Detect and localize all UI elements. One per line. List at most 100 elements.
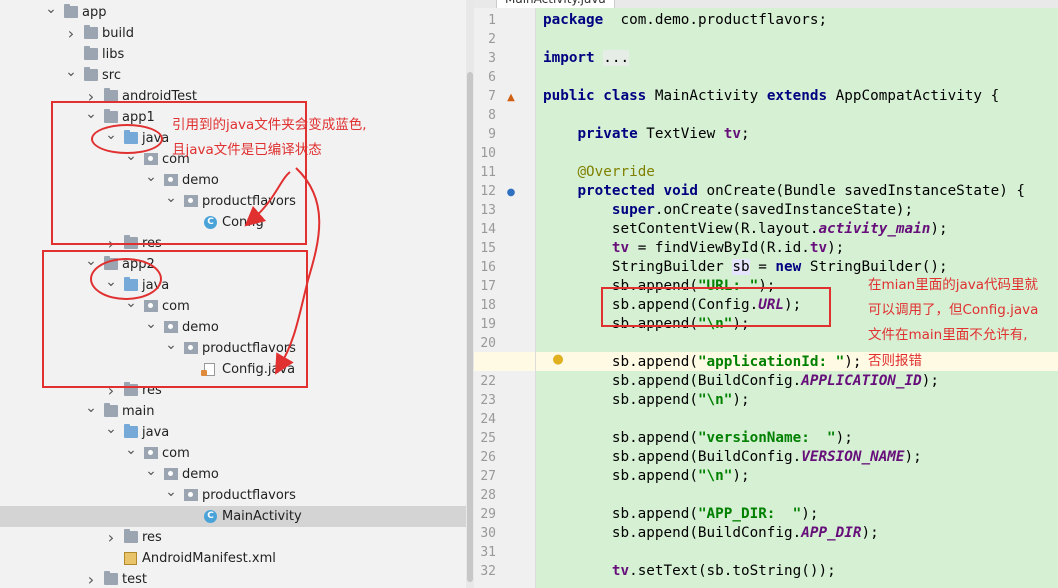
tree-item-productflavors[interactable]: ⌄ productflavors	[0, 485, 466, 506]
code-line[interactable]: sb.append(Config.URL);	[543, 296, 801, 315]
line-number: 17	[480, 279, 496, 294]
code-line[interactable]: sb.append(BuildConfig.APPLICATION_ID);	[543, 372, 939, 391]
code-line[interactable]: tv.setText(sb.toString());	[543, 562, 836, 581]
tree-item-com[interactable]: ⌄ com	[0, 149, 466, 170]
line-number: 29	[480, 507, 496, 522]
chevron-down-icon[interactable]: ⌄	[125, 149, 137, 170]
tree-item-res[interactable]: › res	[0, 233, 466, 254]
tree-item-res[interactable]: › res	[0, 380, 466, 401]
chevron-right-icon[interactable]: ›	[105, 527, 117, 548]
project-tree: ⌄ app › build libs ⌄ src › androidTest ⌄ app1 ⌄ java…	[0, 0, 466, 588]
line-number: 31	[480, 545, 496, 560]
line-number: 6	[488, 70, 496, 85]
tree-item-com[interactable]: ⌄ com	[0, 296, 466, 317]
tree-item-productflavors[interactable]: ⌄ productflavors	[0, 191, 466, 212]
code-line[interactable]: sb.append("\n");	[543, 315, 750, 334]
tree-item-libs[interactable]: libs	[0, 44, 466, 65]
chevron-down-icon[interactable]: ⌄	[165, 338, 177, 359]
folder-gray-icon	[104, 403, 118, 417]
chevron-right-icon[interactable]: ›	[105, 380, 117, 401]
code-line[interactable]: setContentView(R.layout.activity_main);	[543, 220, 948, 239]
tree-item-res[interactable]: › res	[0, 527, 466, 548]
package-icon	[184, 195, 198, 207]
tree-item-app[interactable]: ⌄ app	[0, 2, 466, 23]
chevron-right-icon[interactable]: ›	[85, 86, 97, 107]
line-number: 2	[488, 32, 496, 47]
code-line[interactable]: sb.append("APP_DIR: ");	[543, 505, 819, 524]
code-line[interactable]: import ...	[543, 49, 630, 68]
tree-item-app2[interactable]: ⌄ app2	[0, 254, 466, 275]
tree-item-label: res	[142, 236, 162, 251]
tree-item-mainactivity[interactable]: C MainActivity	[0, 506, 466, 527]
chevron-down-icon[interactable]: ⌄	[105, 275, 117, 296]
chevron-down-icon[interactable]: ⌄	[145, 464, 157, 485]
tree-item-config-java[interactable]: Config.java	[0, 359, 466, 380]
code-line[interactable]: sb.append("\n");	[543, 467, 750, 486]
line-number: 15	[480, 241, 496, 256]
code-line[interactable]: sb.append(BuildConfig.VERSION_NAME);	[543, 448, 922, 467]
chevron-down-icon[interactable]: ⌄	[125, 443, 137, 464]
tree-item-productflavors[interactable]: ⌄ productflavors	[0, 338, 466, 359]
tree-item-demo[interactable]: ⌄ demo	[0, 464, 466, 485]
line-number: 26	[480, 450, 496, 465]
chevron-down-icon[interactable]: ⌄	[45, 2, 57, 23]
chevron-down-icon[interactable]: ⌄	[125, 296, 137, 317]
tree-item-java[interactable]: ⌄ java	[0, 275, 466, 296]
line-number: 30	[480, 526, 496, 541]
chevron-down-icon[interactable]: ⌄	[85, 401, 97, 422]
chevron-down-icon[interactable]: ⌄	[105, 128, 117, 149]
chevron-down-icon[interactable]: ⌄	[165, 191, 177, 212]
code-line[interactable]: sb.append("applicationId: ");	[543, 353, 862, 372]
chevron-right-icon[interactable]: ›	[85, 569, 97, 588]
tree-item-com[interactable]: ⌄ com	[0, 443, 466, 464]
tree-item-demo[interactable]: ⌄ demo	[0, 317, 466, 338]
code-line[interactable]: sb.append(BuildConfig.APP_DIR);	[543, 524, 879, 543]
tree-scrollbar-thumb[interactable]	[467, 72, 473, 582]
lightbulb-icon[interactable]: ●	[552, 353, 564, 366]
chevron-down-icon[interactable]: ⌄	[65, 65, 77, 86]
tree-item-config[interactable]: C Config	[0, 212, 466, 233]
chevron-right-icon[interactable]: ›	[105, 233, 117, 254]
tree-item-label: test	[122, 572, 147, 587]
code-line[interactable]: tv = findViewById(R.id.tv);	[543, 239, 844, 258]
code-line[interactable]: public class MainActivity extends AppCom…	[543, 87, 999, 106]
tree-item-java[interactable]: ⌄ java	[0, 128, 466, 149]
tree-item-demo[interactable]: ⌄ demo	[0, 170, 466, 191]
package-icon	[164, 174, 178, 186]
implemented-icon[interactable]: ▲	[505, 92, 517, 104]
tree-item-build[interactable]: › build	[0, 23, 466, 44]
code-line[interactable]: protected void onCreate(Bundle savedInst…	[543, 182, 1025, 201]
chevron-down-icon[interactable]: ⌄	[85, 254, 97, 275]
code-line[interactable]: sb.append("\n");	[543, 391, 750, 410]
tree-item-label: res	[142, 383, 162, 398]
chevron-down-icon[interactable]: ⌄	[105, 422, 117, 443]
tree-item-main[interactable]: ⌄ main	[0, 401, 466, 422]
tree-item-label: demo	[182, 467, 219, 482]
override-icon[interactable]: ●	[505, 187, 517, 199]
code-line[interactable]: sb.append("versionName: ");	[543, 429, 853, 448]
line-number: 16	[480, 260, 496, 275]
code-line[interactable]: private TextView tv;	[543, 125, 749, 144]
line-number: 7	[488, 89, 496, 104]
tree-item-label: demo	[182, 320, 219, 335]
class-icon: C	[204, 216, 217, 229]
code-line[interactable]: @Override	[543, 163, 654, 182]
code-line[interactable]: sb.append("URL: ");	[543, 277, 776, 296]
line-number: 27	[480, 469, 496, 484]
folder-gray-icon	[124, 529, 138, 543]
chevron-down-icon[interactable]: ⌄	[85, 107, 97, 128]
tree-item-app1[interactable]: ⌄ app1	[0, 107, 466, 128]
code-line[interactable]: package com.demo.productflavors;	[543, 11, 827, 30]
code-line[interactable]: StringBuilder sb = new StringBuilder();	[543, 258, 948, 277]
chevron-down-icon[interactable]: ⌄	[165, 485, 177, 506]
tree-item-androidmanifest-xml[interactable]: AndroidManifest.xml	[0, 548, 466, 569]
chevron-right-icon[interactable]: ›	[65, 23, 77, 44]
chevron-down-icon[interactable]: ⌄	[145, 170, 157, 191]
code-line[interactable]: super.onCreate(savedInstanceState);	[543, 201, 913, 220]
tree-item-src[interactable]: ⌄ src	[0, 65, 466, 86]
tree-item-androidtest[interactable]: › androidTest	[0, 86, 466, 107]
tree-item-java[interactable]: ⌄ java	[0, 422, 466, 443]
chevron-down-icon[interactable]: ⌄	[145, 317, 157, 338]
tree-item-test[interactable]: › test	[0, 569, 466, 588]
tab-mainactivity[interactable]: MainActivity.java	[496, 0, 615, 8]
